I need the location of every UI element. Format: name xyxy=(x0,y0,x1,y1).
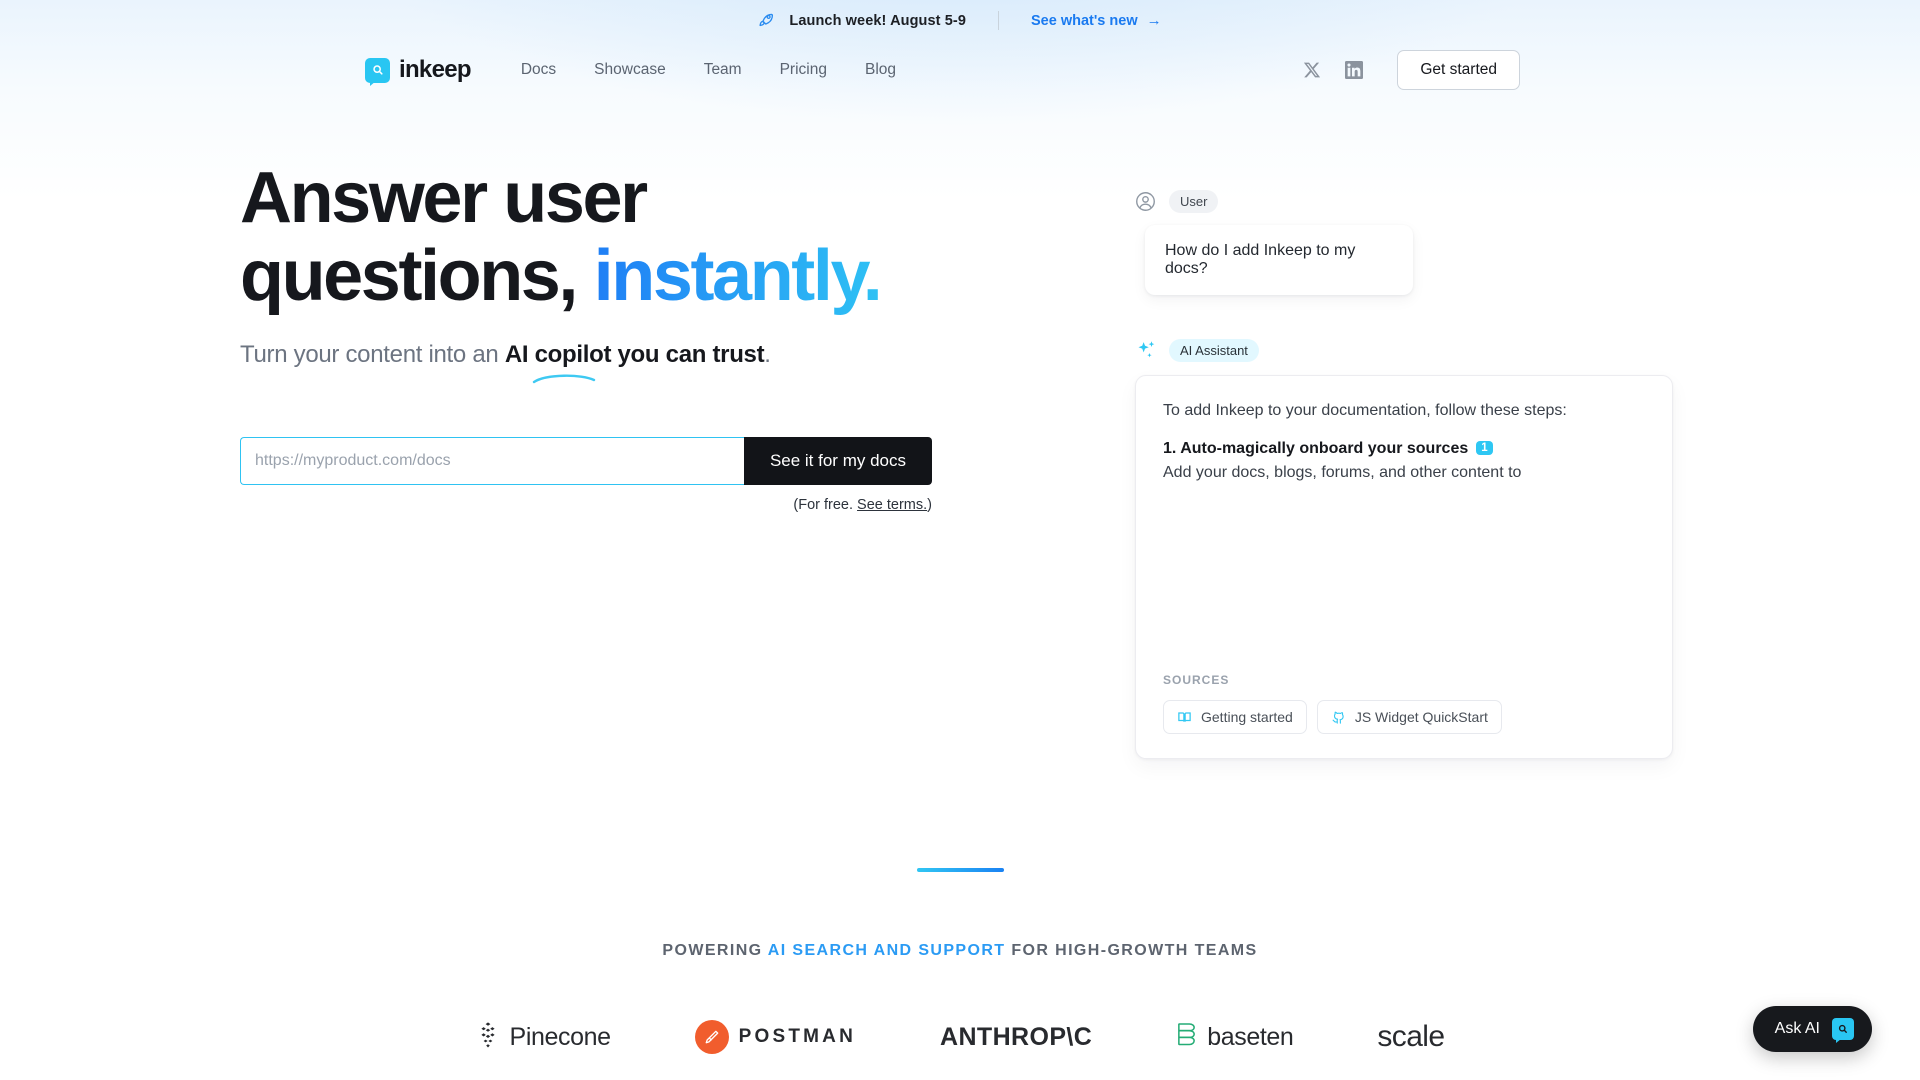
hero-copy: Answer user questions, instantly. Turn y… xyxy=(160,159,932,513)
announcement-banner: Launch week! August 5-9 See what's new → xyxy=(0,0,1920,41)
terms-suffix: ) xyxy=(927,496,932,513)
user-badge: User xyxy=(1169,190,1219,213)
chat-preview: User How do I add Inkeep to my docs? AI … xyxy=(1135,190,1680,759)
hero-subheading: Turn your content into an AI copilot you… xyxy=(240,340,771,384)
terms-prefix: (For free. xyxy=(793,496,858,513)
assistant-answer-card: To add Inkeep to your documentation, fol… xyxy=(1135,375,1673,759)
baseten-icon xyxy=(1176,1021,1197,1053)
github-icon xyxy=(1331,710,1346,725)
citation-badge[interactable]: 1 xyxy=(1476,441,1493,455)
subhead-prefix: Turn your content into an xyxy=(240,340,505,368)
header-right: Get started xyxy=(1303,50,1840,90)
social-proof-highlight: AI SEARCH AND SUPPORT xyxy=(767,942,1006,959)
ask-ai-button[interactable]: Ask AI xyxy=(1752,1006,1872,1052)
logo-label: scale xyxy=(1377,1020,1445,1053)
social-proof-heading: POWERING AI SEARCH AND SUPPORT FOR HIGH-… xyxy=(0,942,1920,960)
user-message-header: User xyxy=(1135,190,1680,213)
see-terms-link[interactable]: See terms. xyxy=(857,497,927,513)
see-whats-new-link[interactable]: See what's new → xyxy=(1031,13,1162,29)
banner-divider xyxy=(998,11,999,30)
assistant-intro: To add Inkeep to your documentation, fol… xyxy=(1163,402,1567,419)
section-divider xyxy=(917,868,1004,872)
pinecone-icon xyxy=(476,1021,500,1054)
inkeep-logo-icon xyxy=(1832,1018,1854,1043)
logo-pinecone: Pinecone xyxy=(476,1021,611,1054)
get-started-button[interactable]: Get started xyxy=(1397,50,1520,90)
page-root: Launch week! August 5-9 See what's new →… xyxy=(0,0,1920,1080)
linkedin-icon[interactable] xyxy=(1345,61,1364,79)
logo-postman: POSTMAN xyxy=(694,1020,857,1054)
subhead-bold: AI copilot you can trust xyxy=(504,340,765,368)
logo-label: Pinecone xyxy=(509,1022,611,1051)
headline-accent: instantly. xyxy=(593,236,883,317)
announcement-text: Launch week! August 5-9 xyxy=(789,12,966,29)
primary-nav: Docs Showcase Team Pricing Blog xyxy=(521,61,896,79)
social-proof-suffix: FOR HIGH-GROWTH TEAMS xyxy=(1005,942,1258,959)
logo-label: ANTHROP\C xyxy=(940,1022,1093,1051)
nav-link-team[interactable]: Team xyxy=(704,61,742,79)
see-it-for-my-docs-button[interactable]: See it for my docs xyxy=(743,436,932,485)
headline-line-1: Answer user xyxy=(240,158,648,238)
logo-baseten: baseten xyxy=(1176,1021,1294,1053)
source-chip-label: JS Widget QuickStart xyxy=(1354,709,1488,725)
see-whats-new-label: See what's new xyxy=(1031,12,1138,29)
sources-label: SOURCES xyxy=(1163,673,1230,687)
header-left: inkeep Docs Showcase Team Pricing Blog xyxy=(365,56,896,86)
announcement-banner-inner: Launch week! August 5-9 See what's new → xyxy=(758,11,1162,30)
postman-icon xyxy=(694,1020,729,1054)
nav-link-docs[interactable]: Docs xyxy=(521,61,556,79)
docs-url-form: See it for my docs xyxy=(240,436,932,485)
assistant-step-title: 1. Auto-magically onboard your sources 1 xyxy=(1163,440,1645,458)
subhead-suffix: . xyxy=(764,340,771,368)
arrow-right-icon: → xyxy=(1146,12,1162,29)
headline-line-2-plain: questions, xyxy=(240,236,578,317)
ask-ai-label: Ask AI xyxy=(1774,1020,1820,1037)
docs-url-input[interactable] xyxy=(240,436,744,485)
brand-logo[interactable]: inkeep xyxy=(365,56,472,86)
source-chip-getting-started[interactable]: Getting started xyxy=(1163,700,1307,734)
assistant-step-title-text: 1. Auto-magically onboard your sources xyxy=(1163,440,1469,457)
assistant-message-header: AI Assistant xyxy=(1135,339,1680,362)
terms-note: (For free. See terms.) xyxy=(240,497,932,513)
nav-link-blog[interactable]: Blog xyxy=(865,61,896,79)
book-icon xyxy=(1177,710,1192,725)
site-header: inkeep Docs Showcase Team Pricing Blog G… xyxy=(0,41,1920,99)
logo-anthropic: ANTHROP\C xyxy=(940,1023,1092,1052)
page-title: Answer user questions, instantly. xyxy=(240,159,900,316)
social-proof-prefix: POWERING xyxy=(662,942,768,959)
customer-logo-strip: Pinecone POSTMAN ANTHROP\C baseten scale xyxy=(0,1020,1920,1054)
assistant-badge: AI Assistant xyxy=(1169,339,1259,362)
nav-link-pricing[interactable]: Pricing xyxy=(780,61,827,79)
sources-list: Getting started JS Widget QuickStart xyxy=(1163,700,1645,734)
logo-scale: scale xyxy=(1377,1020,1445,1054)
assistant-step-body: Add your docs, blogs, forums, and other … xyxy=(1163,464,1522,481)
source-chip-js-widget-quickstart[interactable]: JS Widget QuickStart xyxy=(1316,700,1502,734)
sparkles-icon xyxy=(1135,339,1158,362)
underline-swoosh-icon xyxy=(532,374,596,384)
logo-label: POSTMAN xyxy=(738,1026,857,1047)
inkeep-logo-icon xyxy=(365,57,390,86)
x-twitter-icon[interactable] xyxy=(1303,61,1321,79)
user-avatar-icon xyxy=(1135,191,1156,212)
user-message-bubble: How do I add Inkeep to my docs? xyxy=(1145,225,1413,295)
brand-name: inkeep xyxy=(399,56,472,83)
rocket-icon xyxy=(758,12,775,29)
nav-link-showcase[interactable]: Showcase xyxy=(594,61,666,79)
logo-label: baseten xyxy=(1207,1022,1294,1051)
source-chip-label: Getting started xyxy=(1201,709,1293,725)
